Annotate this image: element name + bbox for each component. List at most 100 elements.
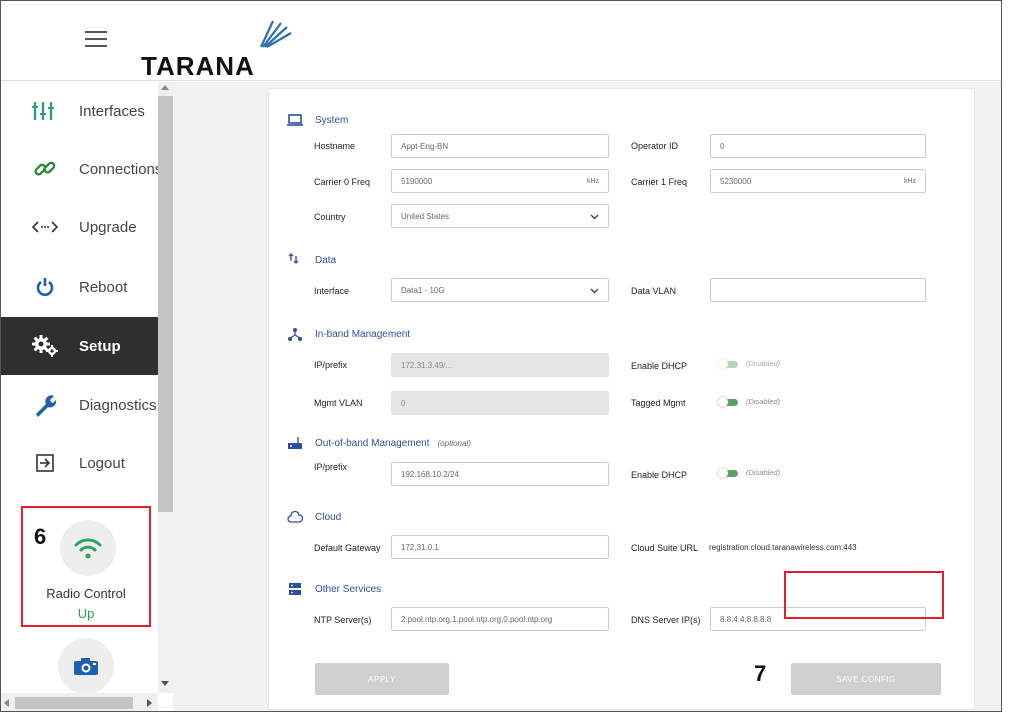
data-arrows-icon — [288, 253, 299, 264]
ntp-label: NTP Server(s) — [314, 615, 372, 625]
section-title: In-band Management — [315, 328, 411, 340]
camera-icon — [74, 658, 98, 675]
scroll-left-arrow-icon[interactable] — [4, 699, 9, 707]
hostname-label: Hostname — [314, 141, 356, 151]
carrier0-unit: kHz — [586, 177, 599, 185]
hamburger-menu-icon[interactable] — [85, 31, 107, 47]
carrier1-value: 5230000 — [720, 176, 752, 186]
scroll-right-arrow-icon[interactable] — [147, 699, 152, 707]
chevron-down-icon — [590, 288, 599, 294]
default-gateway-input[interactable]: 172.31.0.1 — [391, 535, 609, 559]
interface-label: Interface — [314, 286, 350, 296]
sidebar-item-label: Logout — [79, 454, 125, 472]
cloud-url-label: Cloud Suite URL — [631, 543, 699, 553]
wrench-icon — [31, 392, 59, 418]
top-bar: TARANA — [1, 1, 1001, 81]
callout-number: 7 — [754, 661, 767, 686]
code-arrows-icon — [31, 214, 59, 240]
chevron-down-icon — [590, 214, 599, 220]
gateway-label: Default Gateway — [314, 543, 381, 553]
inband-dhcp-toggle[interactable] — [718, 359, 738, 369]
brand-name: TARANA — [141, 51, 255, 81]
outband-ip-label: IP/prefix — [314, 462, 348, 472]
laptop-icon — [287, 114, 303, 126]
sidebar-vertical-scrollbar[interactable] — [158, 82, 173, 693]
section-outband-header: Out-of-band Management (optional) — [287, 436, 471, 450]
sidebar-item-logout[interactable]: Logout — [1, 434, 158, 492]
section-title: Cloud — [315, 511, 342, 523]
save-config-highlight — [784, 571, 944, 619]
scroll-down-arrow-icon[interactable] — [161, 681, 169, 686]
inband-ip-input[interactable]: 172.31.3.49/... — [391, 353, 609, 377]
radio-control-status: Up — [77, 606, 95, 621]
sidebar: Interfaces Connections Upgrade Reboot Se… — [1, 82, 173, 711]
scrollbar-thumb[interactable] — [158, 96, 173, 512]
optional-note: (optional) — [437, 438, 471, 448]
save-config-button[interactable]: SAVE CONFIG — [791, 663, 941, 695]
power-icon — [31, 274, 59, 300]
hostname-input[interactable]: Appt-Eng-BN — [391, 134, 609, 158]
operator-id-input[interactable]: 0 — [710, 134, 926, 158]
section-system-header: System — [287, 113, 348, 127]
sidebar-item-reboot[interactable]: Reboot — [1, 258, 158, 316]
radio-control-label: Radio Control — [46, 586, 126, 601]
sidebar-item-label: Connections — [79, 160, 163, 178]
tarana-logo: TARANA — [141, 19, 292, 81]
sidebar-item-label: Reboot — [79, 278, 128, 296]
sidebar-item-connections[interactable]: Connections — [1, 140, 162, 198]
outband-dhcp-label: Enable DHCP — [631, 470, 688, 480]
data-vlan-label: Data VLAN — [631, 286, 677, 296]
carrier0-label: Carrier 0 Freq — [314, 177, 371, 187]
inband-dhcp-label: Enable DHCP — [631, 361, 688, 371]
logout-icon — [31, 450, 59, 476]
outband-dhcp-toggle[interactable] — [718, 468, 738, 478]
app-window: TARANA Interfaces Connections Upgrade Re… — [0, 0, 1002, 712]
main-content: System Hostname Appt-Eng-BN Operator ID … — [173, 82, 1001, 711]
inband-dhcp-state: (Disabled) — [746, 359, 781, 368]
tagged-mgmt-state: (Disabled) — [746, 397, 781, 406]
sidebar-item-diagnostics[interactable]: Diagnostics — [1, 376, 158, 434]
data-vlan-input[interactable] — [710, 278, 926, 302]
apply-button[interactable]: APPLY — [315, 663, 449, 695]
callout-number: 6 — [34, 524, 47, 549]
tagged-mgmt-toggle[interactable] — [718, 397, 738, 407]
interface-value: Data1 - 10G — [401, 285, 445, 295]
ntp-server-input[interactable]: 2.pool.ntp.org,1.pool.ntp.org,0.pool.ntp… — [391, 607, 609, 631]
outband-ip-input[interactable]: 192.168.10.2/24 — [391, 462, 609, 486]
scrollbar-thumb[interactable] — [15, 697, 133, 709]
sidebar-item-label: Upgrade — [79, 218, 137, 236]
sidebar-item-label: Setup — [79, 337, 121, 355]
sidebar-item-label: Diagnostics — [79, 396, 157, 414]
interface-select[interactable]: Data1 - 10G — [391, 278, 609, 302]
country-value: United States — [401, 211, 450, 221]
carrier1-freq-input[interactable]: 5230000 kHz — [710, 169, 926, 193]
country-select[interactable]: United States — [391, 204, 609, 228]
network-node-icon — [288, 328, 302, 341]
logo-fan-icon — [260, 20, 292, 48]
sidebar-item-label: Interfaces — [79, 102, 145, 120]
inband-ip-label: IP/prefix — [314, 360, 348, 370]
router-icon — [288, 437, 302, 449]
sidebar-item-upgrade[interactable]: Upgrade — [1, 198, 158, 256]
sidebar-item-setup[interactable]: Setup — [1, 317, 158, 375]
wifi-icon — [74, 538, 102, 559]
section-title: System — [315, 114, 349, 126]
carrier0-freq-input[interactable]: 5190000 kHz — [391, 169, 609, 193]
mgmt-vlan-label: Mgmt VLAN — [314, 398, 363, 408]
dns-label: DNS Server IP(s) — [631, 615, 701, 625]
sidebar-horizontal-scrollbar[interactable] — [1, 693, 158, 711]
section-title: Out-of-band Management — [315, 437, 430, 449]
mgmt-vlan-input[interactable]: 0 — [391, 391, 609, 415]
sidebar-item-interfaces[interactable]: Interfaces — [1, 82, 158, 140]
section-title: Other Services — [315, 583, 382, 595]
gears-icon — [31, 333, 59, 359]
server-icon — [289, 583, 301, 595]
camera-button[interactable] — [58, 638, 114, 694]
tagged-mgmt-label: Tagged Mgmt — [631, 398, 686, 408]
scroll-up-arrow-icon[interactable] — [161, 85, 169, 90]
carrier0-value: 5190000 — [401, 176, 433, 186]
country-label: Country — [314, 212, 346, 222]
section-data-header: Data — [287, 253, 336, 267]
radio-control-button[interactable] — [60, 520, 116, 576]
section-inband-header: In-band Management — [287, 327, 410, 341]
